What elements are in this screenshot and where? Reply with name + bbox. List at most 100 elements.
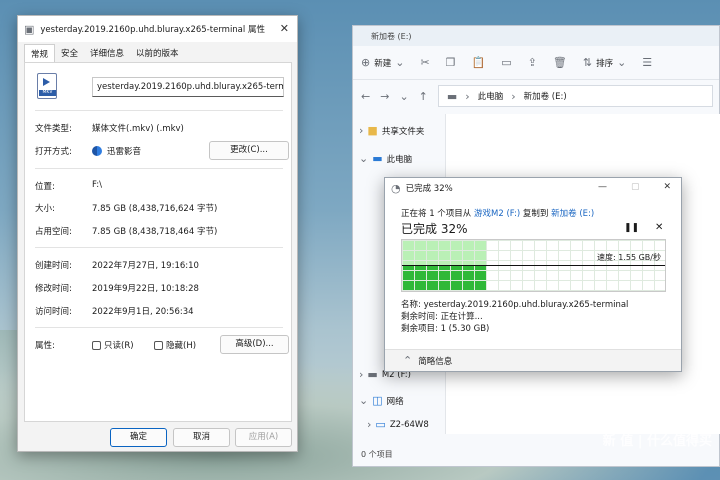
copy-dialog-icon: ◔ [391,181,401,195]
file-icon: ▣ [24,22,35,36]
type-label: 文件类型: [35,124,72,134]
speed-line [402,265,665,266]
chevron-down-icon: ⌄ [359,152,369,165]
tab-previous-versions[interactable]: 以前的版本 [130,44,185,62]
destination-link[interactable]: 新加卷 (E:) [551,209,594,219]
tab-details[interactable]: 详细信息 [84,44,130,62]
created-value: 2022年7月27日, 19:16:10 [92,261,199,271]
size-on-disk-value: 7.85 GB (8,438,718,464 字节) [92,227,218,237]
nav-label: Z2-64W8 [389,419,429,430]
copy-icon[interactable]: ❐ [446,56,456,69]
copy-source-line: 正在将 1 个项目从 游戏M2 (F:) 复制到 新加卷 (E:) [401,207,594,219]
breadcrumb-drive[interactable]: 新加卷 (E:) [524,90,567,102]
rename-icon[interactable]: ▭ [501,56,511,69]
share-icon[interactable]: ⇪ [528,56,537,69]
speed-label: 速度: 1.55 GB/秒 [597,253,661,262]
attributes-label: 属性: [35,341,55,351]
hidden-checkbox[interactable]: 隐藏(H) [154,339,196,351]
size-on-disk-label: 占用空间: [35,227,72,237]
site-watermark: 新 值 | 什么值得买 [602,434,712,449]
maximize-icon[interactable]: ▢ [631,182,640,192]
chevron-right-icon: › [465,89,470,103]
tab-general[interactable]: 常规 [24,44,56,62]
explorer-title: 新加卷 (E:) [353,26,719,46]
accessed-value: 2022年9月1日, 20:56:34 [92,307,194,317]
source-link[interactable]: 游戏M2 (F:) [474,209,520,219]
nav-item-z2[interactable]: › ▭ Z2-64W8 [367,418,429,431]
location-value: F:\ [92,180,102,190]
readonly-checkbox[interactable]: 只读(R) [92,339,134,351]
sort-icon: ⇅ [582,56,593,69]
chevron-right-icon: › [359,124,364,137]
back-arrow-icon[interactable]: ← [361,90,370,103]
close-icon[interactable]: ✕ [280,22,289,35]
sort-label: 排序 [596,58,614,69]
created-label: 创建时间: [35,261,72,271]
chevron-up-icon: ⌃ [403,354,413,367]
network-icon: ◫ [372,394,383,407]
advanced-button[interactable]: 高级(D)... [220,335,289,354]
type-value: 媒体文件(.mkv) (.mkv) [92,124,184,134]
size-value: 7.85 GB (8,438,716,624 字节) [92,204,218,214]
mkv-file-icon: MKV [37,73,57,99]
chevron-down-icon[interactable]: ⌄ [399,90,408,103]
divider [35,168,283,169]
nav-item-this-pc[interactable]: ⌄ ▬ 此电脑 [359,152,412,165]
sort-button[interactable]: ⇅ 排序 ⌄ [583,56,626,69]
new-button[interactable]: ⊕ 新建 ⌄ [361,56,404,69]
cut-icon[interactable]: ✂ [420,56,429,69]
address-row: ← → ⌄ ↑ ▬ › 此电脑 › 新加卷 (E:) [353,80,719,112]
cancel-copy-icon[interactable]: ✕ [655,222,663,233]
size-label: 大小: [35,204,55,214]
close-icon[interactable]: ✕ [663,182,671,192]
percent-complete: 已完成 32% [401,222,468,236]
less-details-toggle[interactable]: ⌃ 简略信息 [385,349,681,371]
up-arrow-icon[interactable]: ↑ [419,90,428,103]
chevron-down-icon: ⌄ [617,56,627,69]
nav-item-network[interactable]: ⌄ ◫ 网络 [359,394,404,407]
change-button[interactable]: 更改(C)... [209,141,289,160]
computer-icon: ▭ [375,418,386,431]
accessed-label: 访问时间: [35,307,72,317]
copy-prefix: 正在将 1 个项目从 [401,209,472,219]
new-label: 新建 [374,58,392,69]
properties-titlebar: ▣ yesterday.2019.2160p.uhd.bluray.x265-t… [18,16,297,42]
chevron-right-icon: › [511,89,516,103]
nav-item-shared[interactable]: › ■ 共享文件夹 [359,124,424,137]
copy-items-left: 剩余项目: 1 (5.30 GB) [401,324,490,334]
forward-arrow-icon[interactable]: → [380,90,389,103]
apply-button[interactable]: 应用(A) [235,428,292,447]
plus-icon: ⊕ [361,56,371,69]
copy-name: 名称: yesterday.2019.2160p.uhd.bluray.x265… [401,300,629,310]
chevron-down-icon: ⌄ [359,394,369,407]
less-details-label: 简略信息 [418,356,453,367]
nav-label: 网络 [386,396,404,407]
transfer-speed-graph: 速度: 1.55 GB/秒 [401,239,666,292]
filename-field[interactable]: yesterday.2019.2160p.uhd.bluray.x265-ter… [92,77,284,97]
location-label: 位置: [35,182,55,192]
chevron-right-icon: › [367,418,372,431]
cancel-button[interactable]: 取消 [173,428,230,447]
open-with-value: 迅雷影音 [92,145,141,157]
copy-mid: 复制到 [522,209,549,219]
paste-icon[interactable]: 📋 [472,56,486,69]
view-icon[interactable]: ☰ [642,56,652,69]
breadcrumb-pc[interactable]: 此电脑 [478,90,504,102]
nav-label: 共享文件夹 [381,126,425,137]
copy-progress-dialog: ◔ 已完成 32% — ▢ ✕ 正在将 1 个项目从 游戏M2 (F:) 复制到… [384,177,682,372]
tab-security[interactable]: 安全 [55,44,84,62]
divider [35,110,283,111]
modified-value: 2019年9月22日, 10:18:28 [92,284,199,294]
pc-icon: ▬ [372,152,383,165]
general-panel: MKV yesterday.2019.2160p.uhd.bluray.x265… [24,62,292,422]
delete-icon[interactable]: 🗑 [553,56,567,69]
mkv-icon-label: MKV [39,90,56,96]
copy-time-left: 剩余时间: 正在计算... [401,312,483,322]
open-with-label: 打开方式: [35,147,72,157]
drive-icon: ▬ [367,368,378,381]
address-bar[interactable]: ▬ › 此电脑 › 新加卷 (E:) [437,85,713,107]
command-bar: ⊕ 新建 ⌄ ✂ ❐ 📋 ▭ ⇪ 🗑 ⇅ 排序 ⌄ ☰ [353,46,719,80]
minimize-icon[interactable]: — [598,182,607,192]
ok-button[interactable]: 确定 [110,428,167,447]
pause-icon[interactable]: ❚❚ [624,223,639,233]
